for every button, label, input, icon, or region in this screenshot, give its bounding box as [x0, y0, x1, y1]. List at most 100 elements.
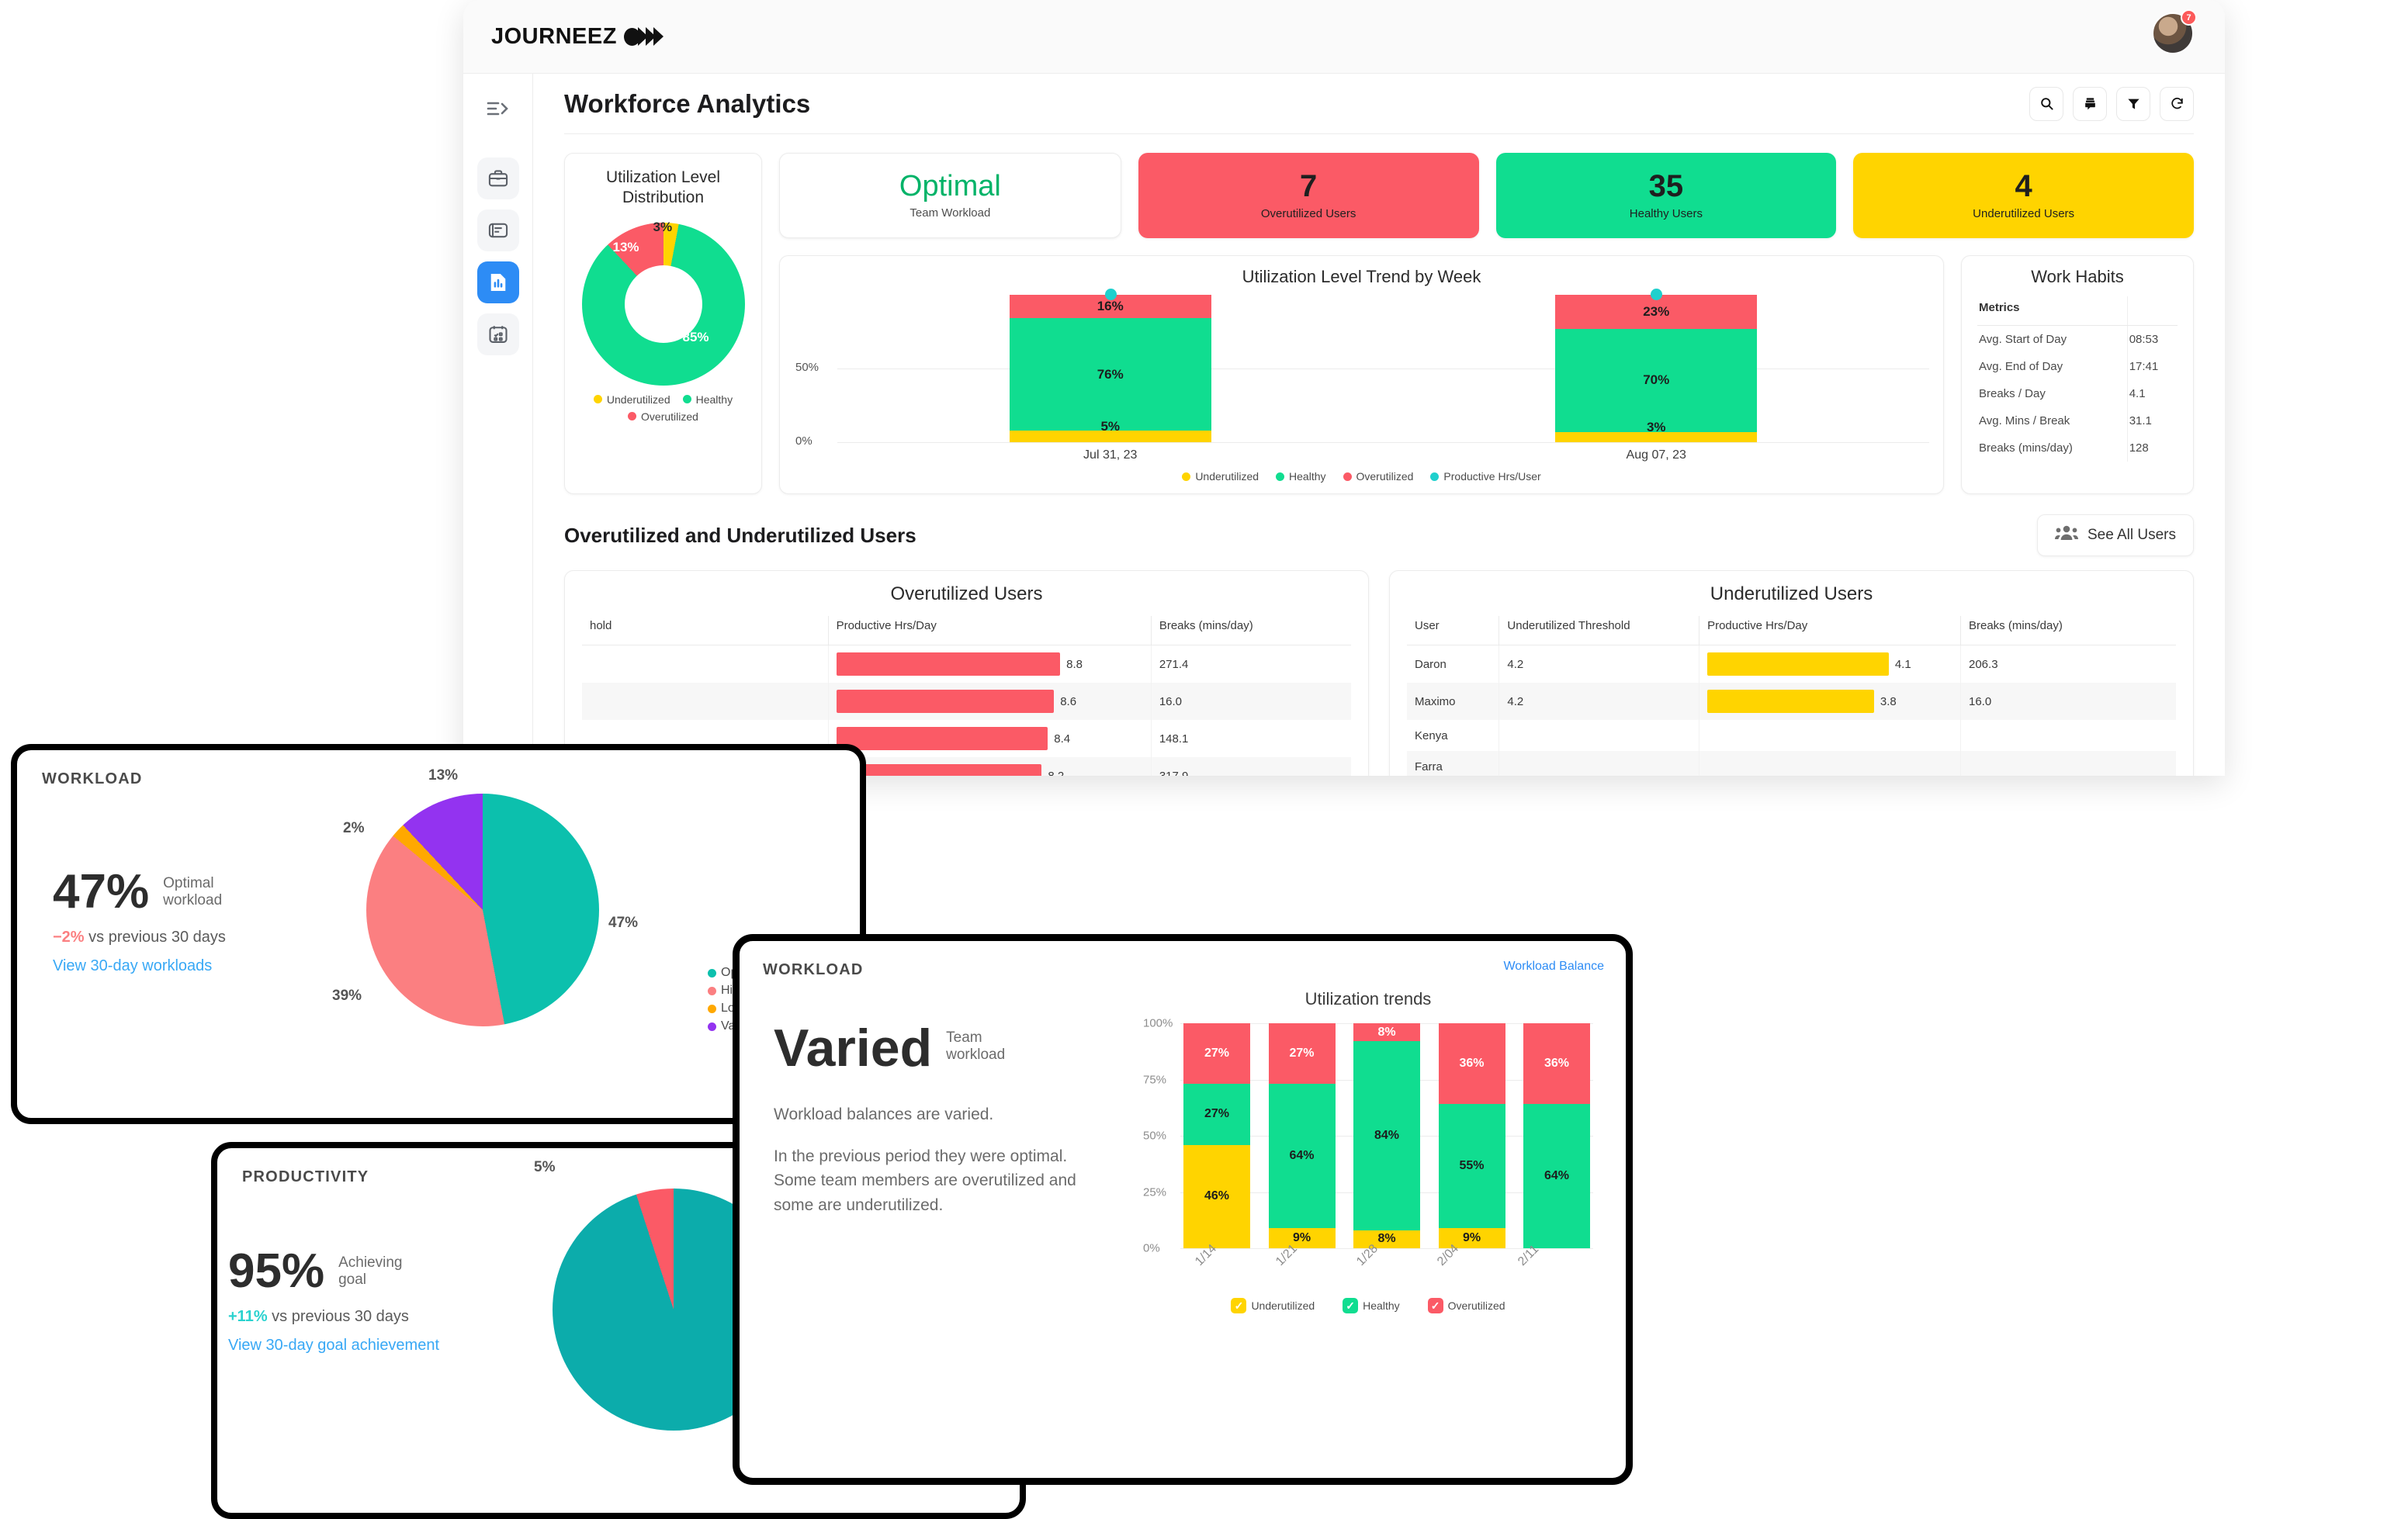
trend-bar-jul31[interactable]: 16% 76% 5% — [1009, 289, 1211, 442]
ut-bar-0114[interactable]: 27% 27% 46% — [1183, 1023, 1250, 1248]
table-row[interactable]: Maximo 4.2 3.8 16.0 — [1407, 683, 2176, 720]
cell-breaks: 271.4 — [1159, 657, 1189, 671]
collapse-icon[interactable] — [479, 89, 518, 128]
table-row[interactable]: 8.6 16.0 — [582, 683, 1351, 720]
trend-seg-healthy: 70 — [1643, 372, 1658, 388]
see-all-users-button[interactable]: See All Users — [2036, 514, 2194, 556]
legend-item-underutilized[interactable]: Underutilized — [1182, 470, 1259, 483]
workload-delta: −2% vs previous 30 days — [53, 929, 226, 946]
legend-item-healthy[interactable]: ✓ Healthy — [1343, 1298, 1400, 1313]
kpi-label: Healthy Users — [1629, 207, 1703, 220]
legend-item-healthy[interactable]: Healthy — [1276, 470, 1326, 483]
workload-value: 47% — [53, 865, 150, 919]
habit-metric: Avg. Start of Day — [1977, 325, 2128, 353]
cell-user: Daron — [1407, 645, 1500, 683]
legend-item-overutilized[interactable]: Overutilized — [628, 410, 698, 423]
kpi-team-workload[interactable]: Optimal Team Workload — [779, 153, 1121, 238]
legend-item-underutilized[interactable]: ✓ Underutilized — [1231, 1298, 1315, 1313]
app-window: JOURNEEZ 7 Workforce Analytics Utilizati… — [463, 0, 2225, 776]
cell-hrs: 8.2 — [1048, 769, 1065, 777]
ut-seg-over: 8% — [1377, 1025, 1396, 1039]
ut-seg-under: 9% — [1292, 1230, 1311, 1244]
productivity-sub-line2: goal — [338, 1272, 367, 1288]
ut-bar-0204[interactable]: 36% 55% 9% — [1438, 1023, 1505, 1248]
legend-item-overutilized[interactable]: Overutilized — [1343, 470, 1413, 483]
ut-seg-healthy: 64% — [1544, 1169, 1570, 1183]
ut-ytick-100: 100% — [1143, 1016, 1173, 1030]
ut-ytick-75: 75% — [1143, 1073, 1167, 1086]
habit-value: 4.1 — [2129, 387, 2146, 400]
ut-seg-over: 27% — [1204, 1047, 1230, 1061]
table-row: Avg. Mins / Break 31.1 — [1977, 407, 2178, 434]
table-row[interactable]: 8.8 271.4 — [582, 645, 1351, 683]
cell-user: Farra — [1407, 751, 1500, 776]
cell-threshold: 4.2 — [1499, 683, 1700, 720]
cell-breaks: 16.0 — [1151, 683, 1351, 720]
varied-sub-line1: Team — [946, 1029, 982, 1046]
kpi-label: Underutilized Users — [1973, 207, 2075, 220]
ut-seg-under: 8% — [1377, 1232, 1396, 1246]
workload-delta-text: vs previous 30 days — [84, 929, 226, 946]
legend-label: Healthy — [1289, 470, 1326, 483]
ut-bar-0211[interactable]: 36% 64% — [1523, 1023, 1590, 1248]
legend-item-healthy[interactable]: Healthy — [682, 393, 733, 406]
trend-bar-aug07[interactable]: 23% 70% 3% — [1555, 289, 1758, 442]
utilization-distribution-card: Utilization Level Distribution 3% 13% 85… — [564, 153, 762, 494]
refresh-icon[interactable] — [2160, 86, 2194, 121]
trend-seg-under: 5 — [1100, 419, 1108, 434]
kpi-label: Team Workload — [909, 206, 991, 220]
view-30-day-goal-link[interactable]: View 30-day goal achievement — [228, 1337, 439, 1355]
workload-delta-value: −2% — [53, 929, 85, 946]
sidebar-item-work[interactable] — [476, 157, 519, 199]
filter-icon[interactable] — [2116, 86, 2150, 121]
table-row: Avg. Start of Day 08:53 — [1977, 325, 2178, 353]
work-habits-title: Work Habits — [2031, 267, 2124, 286]
ut-bar-0121[interactable]: 27% 64% 9% — [1268, 1023, 1336, 1248]
varied-paragraph-2: In the previous period they were optimal… — [774, 1147, 1076, 1214]
productive-hrs-marker — [1104, 289, 1117, 300]
underutilized-users-table: User Underutilized Threshold Productive … — [1407, 616, 2176, 776]
legend-item-overutilized[interactable]: ✓ Overutilized — [1427, 1298, 1505, 1313]
table-row[interactable]: Farra — [1407, 751, 2176, 776]
varied-kicker: WORKLOAD — [763, 961, 864, 978]
table-row[interactable]: Kenya — [1407, 720, 2176, 751]
kpi-label: Overutilized Users — [1260, 207, 1356, 220]
search-icon[interactable] — [2029, 86, 2063, 121]
col-user: User — [1407, 616, 1500, 645]
legend-label: Overutilized — [641, 410, 698, 423]
pie-label-high: 39% — [332, 988, 362, 1004]
avatar[interactable]: 7 — [2152, 9, 2197, 54]
kpi-overutilized-users[interactable]: 7 Overutilized Users — [1138, 153, 1479, 238]
workload-balance-link[interactable]: Workload Balance — [1503, 960, 1604, 974]
varied-workload-overlay-card: WORKLOAD Workload Balance Varied Team wo… — [733, 934, 1633, 1485]
utilization-trend-card: Utilization Level Trend by Week 50% 0% 1 — [779, 255, 1944, 494]
col-threshold: Underutilized Threshold — [1499, 616, 1700, 645]
productivity-delta-value: +11% — [228, 1308, 268, 1325]
legend-item-productive-hrs[interactable]: Productive Hrs/User — [1430, 470, 1541, 483]
ut-seg-over: 36% — [1459, 1057, 1485, 1071]
legend-item-underutilized[interactable]: Underutilized — [593, 393, 670, 406]
table-row[interactable]: Daron 4.2 4.1 206.3 — [1407, 645, 2176, 683]
trend-ytick-0: 0% — [795, 434, 812, 448]
view-30-day-workloads-link[interactable]: View 30-day workloads — [53, 957, 226, 975]
sidebar-item-analytics[interactable] — [476, 261, 519, 303]
kpi-underutilized-users[interactable]: 4 Underutilized Users — [1853, 153, 2194, 238]
workload-sub-line1: Optimal — [163, 875, 214, 892]
trend-xtick-0: Jul 31, 23 — [1083, 448, 1138, 462]
sidebar-item-documents[interactable] — [476, 209, 519, 251]
brand-name: JOURNEEZ — [491, 23, 617, 49]
col-productive-hrs: Productive Hrs/Day — [1699, 616, 1961, 645]
brand-chevrons-icon — [623, 27, 663, 46]
ut-bar-0128[interactable]: 8% 84% 8% — [1353, 1023, 1420, 1248]
brand-logo[interactable]: JOURNEEZ — [491, 24, 663, 50]
habit-metric: Breaks / Day — [1977, 380, 2128, 407]
donut-label-healthy: 85% — [682, 329, 709, 344]
ut-seg-healthy: 27% — [1204, 1107, 1230, 1121]
utilization-trends-chart: 100% 75% 50% 25% 0% 27% 27% 46% 27% 64% … — [1143, 1017, 1593, 1255]
sidebar-item-schedule[interactable] — [476, 313, 519, 355]
trend-seg-over: 23 — [1643, 303, 1658, 319]
kpi-healthy-users[interactable]: 35 Healthy Users — [1495, 153, 1837, 238]
note-icon[interactable] — [2073, 86, 2107, 121]
ut-seg-under: 9% — [1462, 1230, 1481, 1244]
utilization-trends-title: Utilization trends — [1304, 989, 1432, 1009]
